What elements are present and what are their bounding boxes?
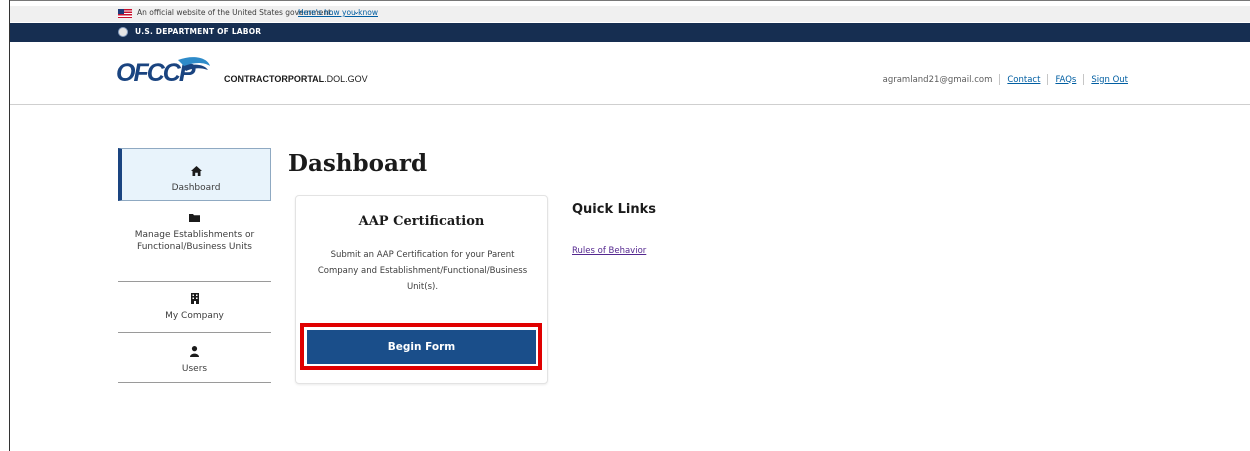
chevron-down-icon[interactable]: ⌄ xyxy=(353,7,360,16)
page-title: Dashboard xyxy=(288,150,428,177)
how-you-know-link[interactable]: Here's how you know xyxy=(298,8,378,17)
portal-name-domain: .DOL.GOV xyxy=(324,74,368,84)
card-description: Submit an AAP Certification for your Par… xyxy=(317,250,528,292)
aap-certification-card: AAP Certification Submit an AAP Certific… xyxy=(295,195,548,384)
contact-link[interactable]: Contact xyxy=(1007,75,1040,85)
sidebar-item-dashboard[interactable]: Dashboard xyxy=(118,148,271,201)
ofccp-logo[interactable]: OFCCP xyxy=(116,54,212,90)
nav-divider xyxy=(1083,74,1085,85)
sidebar-nav: Dashboard Manage Establishments or Funct… xyxy=(118,148,271,383)
highlight-box xyxy=(300,323,542,370)
site-header: OFCCP CONTRACTORPORTAL.DOL.GOV agramland… xyxy=(10,42,1250,105)
building-icon xyxy=(118,293,271,308)
user-nav: agramland21@gmail.com Contact FAQs Sign … xyxy=(883,74,1128,85)
sidebar-item-users[interactable]: Users xyxy=(118,333,271,383)
agency-name: U.S. DEPARTMENT OF LABOR xyxy=(135,27,262,36)
sidebar-item-label: Dashboard xyxy=(171,183,221,193)
us-flag-icon xyxy=(118,9,132,18)
sign-out-link[interactable]: Sign Out xyxy=(1091,75,1128,85)
gov-banner: An official website of the United States… xyxy=(10,6,1250,22)
home-icon xyxy=(122,166,270,180)
nav-divider xyxy=(999,74,1001,85)
sidebar-item-my-company[interactable]: My Company xyxy=(118,282,271,333)
folder-icon xyxy=(118,213,271,226)
dol-seal-icon xyxy=(118,27,128,37)
sidebar-item-label: Users xyxy=(181,364,208,374)
sidebar-item-label: Manage Establishments or Functional/Busi… xyxy=(134,230,255,252)
portal-name: CONTRACTORPORTAL.DOL.GOV xyxy=(224,74,368,84)
user-email: agramland21@gmail.com xyxy=(882,74,993,85)
sidebar-item-label: My Company xyxy=(165,311,224,321)
sidebar-item-manage-establishments[interactable]: Manage Establishments or Functional/Busi… xyxy=(118,201,271,282)
rules-of-behavior-link[interactable]: Rules of Behavior xyxy=(572,246,646,256)
nav-divider xyxy=(1047,74,1049,85)
user-icon xyxy=(118,346,271,361)
logo-swoosh-icon xyxy=(178,57,210,71)
portal-name-bold: CONTRACTORPORTAL xyxy=(224,74,325,84)
faqs-link[interactable]: FAQs xyxy=(1055,75,1076,85)
card-title: AAP Certification xyxy=(358,214,485,229)
window-top-border xyxy=(9,0,1250,1)
agency-bar: U.S. DEPARTMENT OF LABOR xyxy=(10,23,1250,42)
quick-links-title: Quick Links xyxy=(572,202,657,217)
